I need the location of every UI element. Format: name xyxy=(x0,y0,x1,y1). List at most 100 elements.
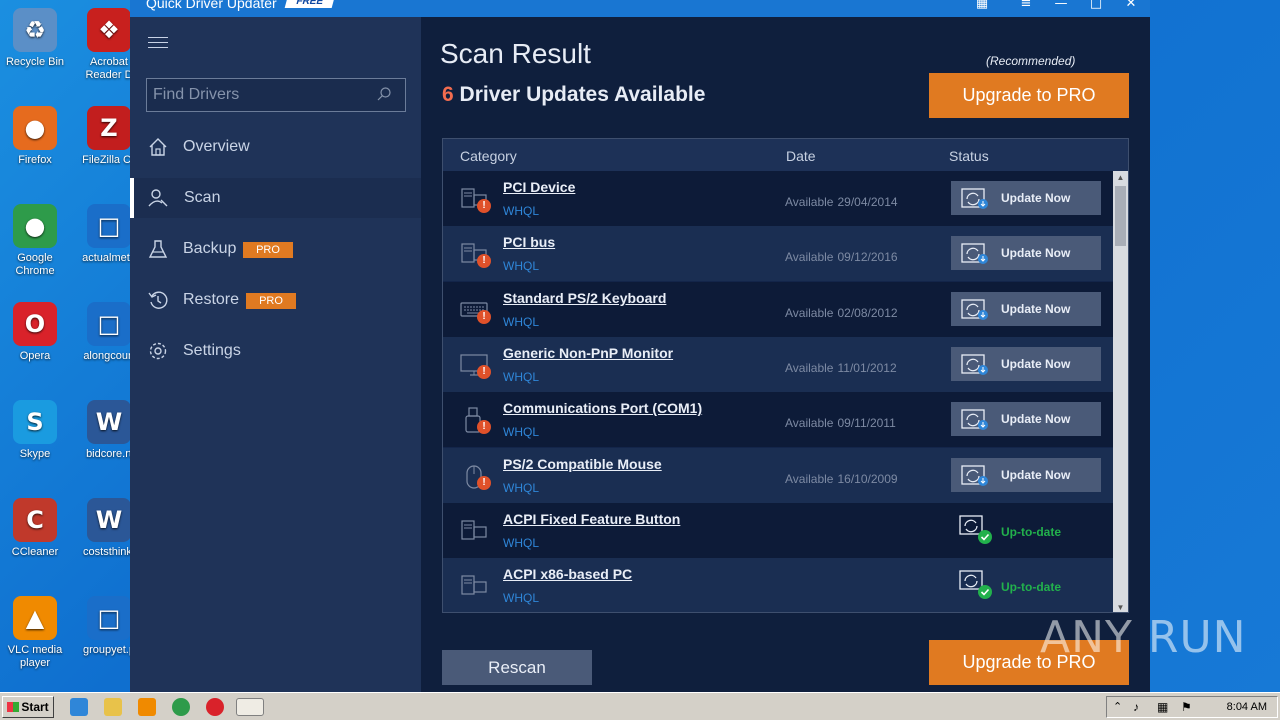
up-to-date-status: Up-to-date xyxy=(959,515,1109,547)
update-now-label: Update Now xyxy=(1001,356,1071,371)
hamburger-icon[interactable] xyxy=(148,37,168,51)
availability: Available 11/01/2012 xyxy=(785,361,897,375)
title-bar: Quick Driver Updater FREE ▦ ≡ — □ ✕ xyxy=(130,0,1150,17)
opera-icon[interactable] xyxy=(206,698,224,716)
main-panel: Scan Result 6 Driver Updates Available (… xyxy=(421,17,1150,692)
desktop-icon[interactable]: S Skype xyxy=(0,400,70,461)
update-now-label: Update Now xyxy=(1001,467,1071,482)
search-icon[interactable] xyxy=(377,87,391,101)
update-now-button[interactable]: Update Now xyxy=(951,236,1101,271)
page-title: Scan Result xyxy=(440,38,591,69)
word-icon: W xyxy=(87,498,131,542)
device-name-link[interactable]: PCI Device xyxy=(503,179,575,195)
ie-icon[interactable] xyxy=(70,698,88,716)
update-now-button[interactable]: Update Now xyxy=(951,291,1101,326)
menu-icon[interactable]: ≡ xyxy=(1016,0,1036,14)
scroll-thumb[interactable] xyxy=(1115,186,1126,246)
table-row: ! Communications Port (COM1) WHQL Available… xyxy=(443,392,1113,448)
desktop-icon[interactable]: ▲ VLC media player xyxy=(0,596,70,670)
device-name-link[interactable]: Generic Non-PnP Monitor xyxy=(503,345,673,361)
warning-icon: ! xyxy=(477,309,491,324)
chrome-icon[interactable] xyxy=(172,698,190,716)
whql-label: WHQL xyxy=(503,535,539,550)
desktop-icon[interactable]: ● Google Chrome xyxy=(0,204,70,278)
home-icon xyxy=(149,138,167,156)
start-label: Start xyxy=(21,700,49,714)
app-window: Quick Driver Updater FREE ▦ ≡ — □ ✕ Over… xyxy=(130,0,1150,692)
sidebar-item-restore[interactable]: Restore PRO xyxy=(130,280,421,320)
device-name-link[interactable]: Communications Port (COM1) xyxy=(503,400,702,416)
rescan-button[interactable]: Rescan xyxy=(442,650,592,685)
scroll-down-icon[interactable]: ▼ xyxy=(1116,603,1125,612)
sidebar-item-settings[interactable]: Settings xyxy=(130,331,421,371)
update-now-button[interactable]: Update Now xyxy=(951,402,1101,437)
device-name-link[interactable]: PCI bus xyxy=(503,234,555,250)
table-row: ! Standard PS/2 Keyboard WHQL Available 02/0… xyxy=(443,281,1113,337)
taskbar: Start ⌃ ♪ ▦ ⚑ 8:04 AM xyxy=(0,692,1280,720)
network-icon[interactable]: ▦ xyxy=(1157,700,1168,714)
check-icon xyxy=(959,570,992,600)
desktop-icon[interactable]: O Opera xyxy=(0,302,70,363)
desktop-icon[interactable]: C CCleaner xyxy=(0,498,70,559)
scroll-up-icon[interactable]: ▲ xyxy=(1116,173,1125,182)
desktop-icon[interactable]: ● Firefox xyxy=(0,106,70,167)
device-name-link[interactable]: ACPI x86-based PC xyxy=(503,566,632,582)
search-input[interactable] xyxy=(147,79,367,111)
desktop-icon-label: Google Chrome xyxy=(15,252,55,277)
table-row: ! PCI Device WHQL Available 29/04/2014 Update… xyxy=(443,171,1113,226)
flag-icon[interactable]: ⚑ xyxy=(1181,700,1192,714)
upgrade-pro-button[interactable]: Upgrade to PRO xyxy=(929,73,1129,118)
update-icon xyxy=(961,298,988,320)
availability-label: Available xyxy=(785,250,834,265)
desktop-icon-label: Opera xyxy=(19,350,51,362)
media-player-icon[interactable] xyxy=(138,698,156,716)
sidebar-item-overview[interactable]: Overview xyxy=(130,127,421,167)
device-name-link[interactable]: ACPI Fixed Feature Button xyxy=(503,511,680,527)
sidebar-item-backup[interactable]: Backup PRO xyxy=(130,229,421,269)
scan-icon xyxy=(148,189,168,207)
updates-summary: 6 Driver Updates Available xyxy=(442,83,705,107)
update-now-button[interactable]: Update Now xyxy=(951,346,1101,381)
desktop-icon-label: Recycle Bin xyxy=(5,56,65,68)
maximize-button[interactable]: □ xyxy=(1086,0,1106,14)
device-name-link[interactable]: PS/2 Compatible Mouse xyxy=(503,456,662,472)
minimize-button[interactable]: — xyxy=(1051,0,1071,14)
sidebar-item-scan[interactable]: Scan xyxy=(130,178,421,218)
desktop-icon[interactable]: ♻ Recycle Bin xyxy=(0,8,70,69)
availability: Available 29/04/2014 xyxy=(785,195,898,209)
file-icon: □ xyxy=(87,596,131,640)
recommended-label: (Recommended) xyxy=(986,54,1076,68)
firefox-icon: ● xyxy=(13,106,57,150)
window-title: Quick Driver Updater xyxy=(146,0,277,11)
whql-label: WHQL xyxy=(503,259,539,274)
recycle-bin-icon: ♻ xyxy=(13,8,57,52)
start-button[interactable]: Start xyxy=(2,696,54,718)
availability: Available 16/10/2009 xyxy=(785,472,898,486)
table-row: ! PS/2 Compatible Mouse WHQL Available 16/10… xyxy=(443,447,1113,503)
tray-expand-icon[interactable]: ⌃ xyxy=(1113,700,1122,713)
table-row: ACPI x86-based PC WHQL Up-to-date xyxy=(443,558,1113,612)
update-icon xyxy=(961,464,988,486)
close-button[interactable]: ✕ xyxy=(1121,0,1141,14)
update-now-button[interactable]: Update Now xyxy=(951,181,1101,215)
table-row: ! Generic Non-PnP Monitor WHQL Available 11/… xyxy=(443,336,1113,392)
driver-date: 09/12/2016 xyxy=(837,250,898,265)
device-name-link[interactable]: Standard PS/2 Keyboard xyxy=(503,290,666,306)
update-now-button[interactable]: Update Now xyxy=(951,457,1101,492)
explorer-icon[interactable] xyxy=(104,698,122,716)
update-icon xyxy=(961,409,988,431)
volume-icon[interactable]: ♪ xyxy=(1133,700,1139,714)
windows-logo-icon xyxy=(7,702,20,712)
scrollbar[interactable]: ▲ ▼ xyxy=(1113,171,1128,612)
pro-badge: PRO xyxy=(243,242,293,258)
availability-label: Available xyxy=(785,305,834,320)
driver-date: 02/08/2012 xyxy=(837,305,898,320)
gift-icon[interactable]: ▦ xyxy=(972,0,992,14)
word-icon: W xyxy=(87,400,131,444)
skype-icon: S xyxy=(13,400,57,444)
driver-date: 29/04/2014 xyxy=(837,195,898,209)
driver-updater-task-icon[interactable] xyxy=(236,698,264,716)
search-box xyxy=(146,78,406,112)
sidebar-item-label: Settings xyxy=(183,342,241,359)
driver-date: 09/11/2011 xyxy=(837,416,896,431)
